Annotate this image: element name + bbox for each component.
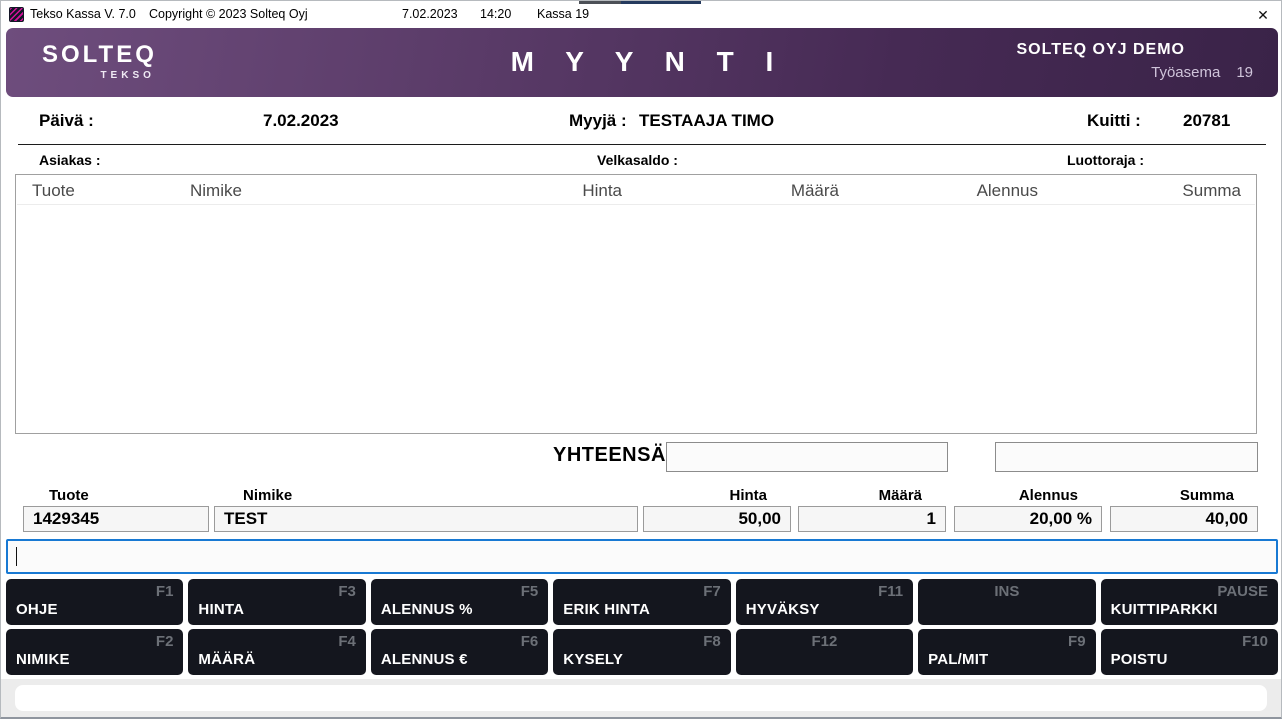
entry-price-label: Hinta — [643, 487, 791, 506]
entry-name-field[interactable]: TEST — [214, 506, 638, 532]
fkey-label: F3 — [338, 583, 356, 600]
fkey-label: F7 — [703, 583, 721, 600]
fkey-label: F12 — [736, 633, 913, 650]
fkey-label: INS — [918, 583, 1095, 600]
entry-sum-field[interactable]: 40,00 — [1110, 506, 1258, 532]
entry-name-label: Nimike — [214, 487, 638, 506]
total-label: YHTEENSÄ — [553, 444, 666, 467]
receipt-park-button[interactable]: KUITTIPARKKI PAUSE — [1101, 579, 1278, 625]
fkey-label: F11 — [878, 583, 903, 600]
entry-price-cell: Hinta 50,00 — [643, 487, 791, 532]
entry-quantity-label: Määrä — [798, 487, 946, 506]
app-header: SOLTEQ TEKSO M Y Y N T I SOLTEQ OYJ DEMO… — [6, 28, 1278, 97]
column-header-name: Nimike — [190, 181, 242, 201]
seller-value: TESTAAJA TIMO — [639, 111, 774, 131]
entry-sum-label: Summa — [1110, 487, 1258, 506]
company-name: SOLTEQ OYJ DEMO — [1017, 41, 1186, 59]
fkey-label: F5 — [521, 583, 539, 600]
query-button[interactable]: KYSELY F8 — [553, 629, 730, 675]
accept-button[interactable]: HYVÄKSY F11 — [736, 579, 913, 625]
insert-button[interactable]: INS — [918, 579, 1095, 625]
help-button[interactable]: OHJE F1 — [6, 579, 183, 625]
workstation-info: Työasema 19 — [1017, 64, 1254, 81]
pos-window: Tekso Kassa V. 7.0 Copyright © 2023 Solt… — [0, 0, 1282, 719]
table-header-separator — [17, 204, 1255, 205]
column-header-quantity: Määrä — [791, 181, 839, 201]
fkey-label: F10 — [1242, 633, 1268, 650]
titlebar-date: 7.02.2023 — [402, 7, 458, 21]
solteq-logo-icon — [9, 7, 24, 22]
entry-sum-cell: Summa 40,00 — [1110, 487, 1258, 532]
quantity-button[interactable]: MÄÄRÄ F4 — [188, 629, 365, 675]
discount-percent-button[interactable]: ALENNUS % F5 — [371, 579, 548, 625]
fkey-label: F9 — [1068, 633, 1086, 650]
copyright-text: Copyright © 2023 Solteq Oyj — [149, 7, 308, 21]
debt-balance-label: Velkasaldo : — [597, 152, 678, 168]
fkey-label: F2 — [156, 633, 174, 650]
command-input[interactable] — [6, 539, 1278, 574]
price-button[interactable]: HINTA F3 — [188, 579, 365, 625]
column-header-sum: Summa — [1182, 181, 1241, 201]
receipt-label: Kuitti : — [1087, 111, 1141, 131]
background-window-artifact — [621, 1, 701, 4]
background-window-artifact — [579, 1, 621, 4]
receipt-items-table: Tuote Nimike Hinta Määrä Alennus Summa — [15, 174, 1257, 434]
info-divider — [18, 144, 1266, 145]
column-header-price: Hinta — [582, 181, 622, 201]
entry-price-field[interactable]: 50,00 — [643, 506, 791, 532]
date-value: 7.02.2023 — [263, 111, 339, 131]
app-title: Tekso Kassa V. 7.0 — [30, 7, 136, 21]
return-exchange-button[interactable]: PAL/MIT F9 — [918, 629, 1095, 675]
date-label: Päivä : — [39, 111, 94, 131]
workstation-value: 19 — [1236, 64, 1253, 81]
entry-discount-label: Alennus — [954, 487, 1102, 506]
status-bar — [15, 685, 1267, 711]
receipt-value: 20781 — [1183, 111, 1230, 131]
discount-euro-button[interactable]: ALENNUS € F6 — [371, 629, 548, 675]
total-secondary-field — [995, 442, 1258, 472]
fkey-label: F8 — [703, 633, 721, 650]
register-number: Kassa 19 — [537, 7, 589, 21]
exit-button[interactable]: POISTU F10 — [1101, 629, 1278, 675]
entry-discount-field[interactable]: 20,00 % — [954, 506, 1102, 532]
entry-product-field[interactable]: 1429345 — [23, 506, 209, 532]
fkey-label: PAUSE — [1217, 583, 1268, 600]
entry-product-cell: Tuote 1429345 — [23, 487, 209, 532]
entry-name-cell: Nimike TEST — [214, 487, 638, 532]
entry-discount-cell: Alennus 20,00 % — [954, 487, 1102, 532]
fkey-label: F6 — [521, 633, 539, 650]
column-header-product: Tuote — [32, 181, 75, 201]
status-bar-area — [1, 679, 1281, 717]
workstation-label: Työasema — [1151, 64, 1220, 81]
fkey-label: F1 — [156, 583, 174, 600]
function-key-panel: OHJE F1 HINTA F3 ALENNUS % F5 ERIK HINTA… — [6, 579, 1278, 675]
special-price-button[interactable]: ERIK HINTA F7 — [553, 579, 730, 625]
entry-quantity-field[interactable]: 1 — [798, 506, 946, 532]
title-bar: Tekso Kassa V. 7.0 Copyright © 2023 Solt… — [1, 1, 1281, 28]
entry-product-label: Tuote — [23, 487, 209, 506]
header-right-block: SOLTEQ OYJ DEMO Työasema 19 — [1017, 41, 1254, 81]
name-button[interactable]: NIMIKE F2 — [6, 629, 183, 675]
fkey-label: F4 — [338, 633, 356, 650]
total-amount-field — [666, 442, 948, 472]
seller-label: Myyjä : — [569, 111, 627, 131]
credit-limit-label: Luottoraja : — [1067, 152, 1144, 168]
close-icon[interactable]: ✕ — [1253, 5, 1273, 25]
text-cursor — [16, 547, 17, 566]
entry-quantity-cell: Määrä 1 — [798, 487, 946, 532]
f12-button[interactable]: F12 — [736, 629, 913, 675]
titlebar-time: 14:20 — [480, 7, 511, 21]
column-header-discount: Alennus — [977, 181, 1038, 201]
customer-label: Asiakas : — [39, 152, 100, 168]
